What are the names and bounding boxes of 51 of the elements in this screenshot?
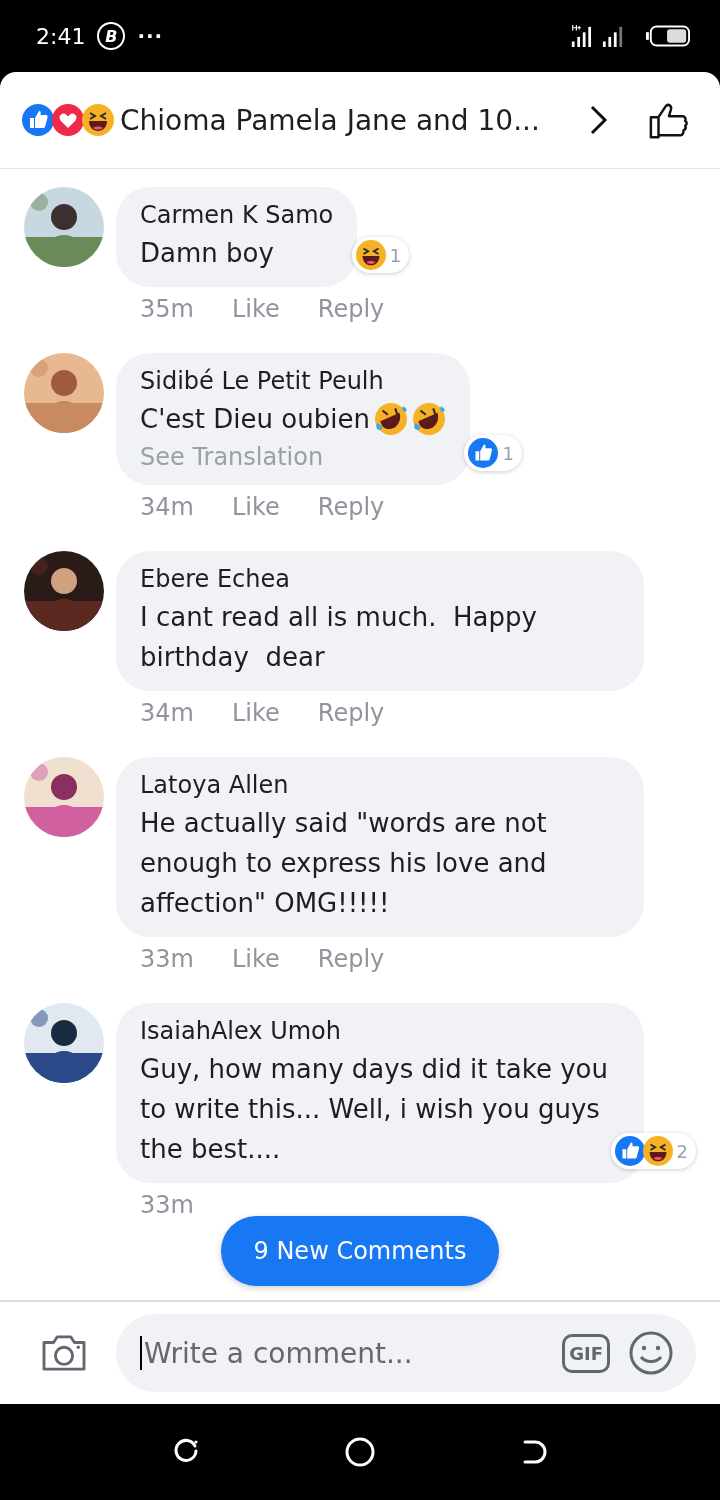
chevron-right-icon[interactable] [588, 104, 608, 136]
comment-action-link[interactable]: Like [231, 699, 280, 727]
reaction-count-badge[interactable]: 1 [351, 237, 410, 273]
laughing-face-icon [82, 104, 114, 136]
comment-action-link[interactable]: Like [231, 493, 280, 521]
comment-text: C'est Dieu oubien [140, 403, 370, 436]
comment-action-link[interactable]: Reply [317, 295, 385, 323]
laughing-face-icon [355, 240, 386, 270]
gif-button[interactable]: GIF [562, 1333, 610, 1373]
crying-laughing-face-icon [411, 402, 446, 436]
battery-icon [646, 25, 690, 47]
reaction-count-badge[interactable]: 1 [464, 435, 522, 471]
reaction-count: 1 [389, 244, 402, 266]
reaction-count: 2 [676, 1140, 688, 1162]
comment-time: 33m [140, 1191, 194, 1219]
comment-time: 34m [140, 493, 194, 521]
reactors-title[interactable]: Chioma Pamela Jane and 10... [120, 103, 588, 137]
comment-text: Damn boy [140, 237, 274, 270]
commenter-name[interactable]: Sidibé Le Petit Peulh [140, 367, 446, 395]
like-reaction-icon [614, 1136, 645, 1166]
laughing-face-icon [642, 1136, 673, 1166]
comment-action-link[interactable]: Like [231, 295, 280, 323]
comment-text: He actually said "words are not enough to express his love and affection" OMG!!!!! [140, 807, 548, 920]
commenter-name[interactable]: Ebere Echea [140, 565, 620, 593]
comment-action-link[interactable]: Reply [317, 493, 385, 521]
reaction-count-badge[interactable]: 2 [610, 1133, 696, 1169]
new-comments-button[interactable]: 9 New Comments [221, 1216, 499, 1286]
comment-action-link[interactable]: Reply [317, 945, 385, 973]
camera-icon[interactable] [40, 1333, 88, 1373]
comment-time: 33m [140, 945, 194, 973]
crying-laughing-face-icon [373, 402, 408, 436]
comment-action-link[interactable]: Like [231, 945, 280, 973]
like-reaction-icon [468, 438, 499, 468]
comment-time: 35m [140, 295, 194, 323]
commenter-name[interactable]: IsaiahAlex Umoh [140, 1017, 620, 1045]
notification-badge: B [97, 22, 126, 50]
comment-action-link[interactable]: Reply [317, 699, 385, 727]
more-notifications: ··· [137, 24, 164, 48]
heart-reaction-icon [52, 104, 84, 136]
home-icon[interactable] [344, 1436, 376, 1468]
commenter-name[interactable]: Carmen K Samo [140, 201, 334, 229]
see-translation-link[interactable]: See Translation [140, 443, 446, 471]
comment-time: 34m [140, 699, 194, 727]
smiley-icon[interactable] [628, 1330, 674, 1376]
commenter-name[interactable]: Latoya Allen [140, 771, 620, 799]
comment-input-field[interactable]: Write a comment... GIF [116, 1314, 696, 1392]
reaction-count: 1 [502, 442, 514, 464]
comment-text: Guy, how many days did it take you to write this... Well, i wish you guys the best.... [140, 1053, 609, 1166]
clock: 2:41 [36, 23, 86, 49]
comment-text: I cant read all is much. Happy birthday dear [140, 601, 538, 674]
like-reaction-icon [22, 104, 54, 136]
